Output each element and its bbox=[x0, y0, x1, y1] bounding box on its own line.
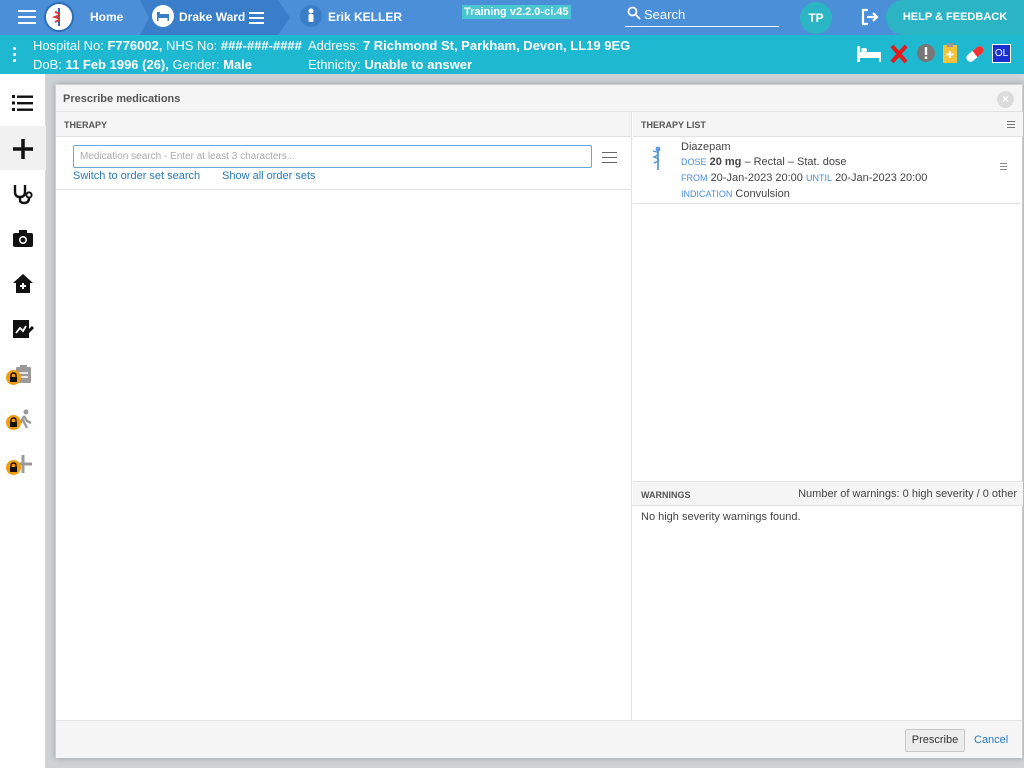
search-icon bbox=[627, 6, 641, 20]
indication-value: Convulsion bbox=[735, 188, 790, 200]
nav-locked-add[interactable] bbox=[0, 441, 46, 485]
bed-status-icon[interactable] bbox=[855, 42, 883, 64]
alert-icon[interactable] bbox=[916, 43, 936, 63]
dob-value: 11 Feb 1996 (26), bbox=[65, 57, 169, 72]
breadcrumb-home[interactable]: Home bbox=[90, 0, 123, 35]
list-icon bbox=[12, 95, 33, 111]
top-bar: Home Drake Ward Erik KELLER Training v2.… bbox=[0, 0, 1024, 35]
allergy-cross-icon[interactable] bbox=[890, 44, 908, 64]
banner-row-2-right: Ethnicity: Unable to answer bbox=[308, 57, 472, 72]
therapy-item-menu-icon[interactable] bbox=[1000, 163, 1007, 172]
banner-row-1-right: Address: 7 Richmond St, Parkham, Devon, … bbox=[308, 38, 630, 53]
dob-label: DoB: bbox=[33, 57, 62, 72]
global-search-label: Search bbox=[644, 7, 686, 22]
search-divider bbox=[56, 189, 631, 190]
banner-row-1-left: Hospital No: F776002, NHS No: ###-###-##… bbox=[33, 38, 302, 53]
dose-value: 20 mg bbox=[709, 156, 742, 168]
chart-edit-icon bbox=[13, 320, 34, 338]
route-frequency: – Rectal – Stat. dose bbox=[744, 156, 847, 168]
medication-pill-icon[interactable] bbox=[963, 44, 987, 64]
from-key: FROM bbox=[681, 173, 708, 183]
prescribe-medications-dialog: Prescribe medications × THERAPY Switch t… bbox=[55, 84, 1023, 758]
left-nav bbox=[0, 74, 46, 768]
logout-icon[interactable] bbox=[860, 8, 880, 26]
therapy-list-menu-icon[interactable] bbox=[1007, 121, 1015, 130]
ward-menu-icon[interactable] bbox=[249, 12, 264, 27]
lock-icon bbox=[6, 415, 21, 430]
nav-home-care[interactable] bbox=[0, 261, 46, 305]
cancel-link[interactable]: Cancel bbox=[974, 734, 1008, 746]
therapy-section-header: THERAPY bbox=[56, 112, 631, 137]
warnings-header-label: WARNINGS bbox=[641, 490, 691, 500]
lock-icon bbox=[6, 460, 21, 475]
training-version-badge: Training v2.2.0-ci.45 bbox=[462, 5, 571, 19]
nav-add[interactable] bbox=[0, 126, 46, 170]
show-all-order-sets-link[interactable]: Show all order sets bbox=[222, 170, 316, 182]
switch-order-set-link[interactable]: Switch to order set search bbox=[73, 170, 200, 182]
help-feedback-button[interactable]: HELP & FEEDBACK bbox=[886, 0, 1024, 35]
dialog-title: Prescribe medications bbox=[63, 93, 181, 105]
ethnicity-value: Unable to answer bbox=[364, 57, 473, 72]
therapy-dates-line: FROM 20-Jan-2023 20:00 UNTIL 20-Jan-2023… bbox=[681, 172, 927, 184]
therapy-list-pane: THERAPY LIST Diazepam DOSE 20 mg – Recta… bbox=[633, 112, 1023, 720]
dose-key: DOSE bbox=[681, 157, 707, 167]
gender-value: Male bbox=[223, 57, 253, 72]
caduceus-icon bbox=[652, 146, 661, 170]
therapy-dose-line: DOSE 20 mg – Rectal – Stat. dose bbox=[681, 156, 847, 168]
from-value: 20-Jan-2023 20:00 bbox=[710, 172, 803, 184]
address-value: 7 Richmond St, Parkham, Devon, LL19 9EG bbox=[362, 38, 631, 53]
breadcrumb-patient[interactable]: Erik KELLER bbox=[328, 0, 402, 35]
gender-label: Gender: bbox=[172, 57, 220, 72]
address-label: Address: bbox=[308, 38, 360, 53]
nav-camera[interactable] bbox=[0, 216, 46, 260]
nav-clinical[interactable] bbox=[0, 171, 46, 215]
lock-icon bbox=[6, 370, 21, 385]
banner-row-2-left: DoB: 11 Feb 1996 (26), Gender: Male bbox=[33, 57, 252, 72]
therapy-header-label: THERAPY bbox=[64, 120, 108, 130]
ol-badge[interactable]: OL bbox=[992, 44, 1011, 63]
therapy-list-header: THERAPY LIST bbox=[633, 112, 1023, 137]
close-icon[interactable]: × bbox=[997, 91, 1014, 108]
nav-list[interactable] bbox=[0, 82, 46, 126]
banner-more-icon[interactable] bbox=[13, 47, 17, 65]
home-medical-icon bbox=[13, 274, 33, 293]
therapy-list-header-label: THERAPY LIST bbox=[641, 120, 706, 130]
breadcrumb-ward[interactable]: Drake Ward bbox=[179, 0, 245, 35]
therapy-list-item[interactable]: Diazepam DOSE 20 mg – Rectal – Stat. dos… bbox=[633, 137, 1023, 204]
main-menu-icon[interactable] bbox=[18, 10, 36, 24]
nhs-no-value: ###-###-#### bbox=[220, 38, 302, 53]
global-search[interactable]: Search bbox=[625, 4, 779, 27]
user-avatar[interactable]: TP bbox=[800, 2, 832, 34]
camera-icon bbox=[13, 230, 33, 247]
app-logo-icon[interactable] bbox=[44, 2, 74, 32]
no-warnings-message: No high severity warnings found. bbox=[641, 511, 801, 523]
dialog-header: Prescribe medications × bbox=[56, 85, 1022, 112]
nhs-no-label: NHS No: bbox=[166, 38, 218, 53]
therapy-indication-line: INDICATION Convulsion bbox=[681, 188, 790, 200]
nav-locked-clipboard[interactable] bbox=[0, 351, 46, 395]
patient-person-icon bbox=[300, 5, 322, 27]
hospital-no-value: F776002, bbox=[107, 38, 163, 53]
dialog-footer: Prescribe Cancel bbox=[56, 720, 1022, 758]
prescribe-button[interactable]: Prescribe bbox=[905, 729, 965, 752]
search-options-menu-icon[interactable] bbox=[602, 152, 617, 167]
nav-charting[interactable] bbox=[0, 306, 46, 350]
ethnicity-label: Ethnicity: bbox=[308, 57, 361, 72]
clipboard-medical-icon[interactable] bbox=[941, 42, 959, 64]
indication-key: INDICATION bbox=[681, 189, 733, 199]
until-value: 20-Jan-2023 20:00 bbox=[835, 172, 928, 184]
therapy-drug-name: Diazepam bbox=[681, 141, 731, 153]
medication-search-input[interactable] bbox=[73, 145, 592, 168]
warnings-header: WARNINGS Number of warnings: 0 high seve… bbox=[633, 481, 1023, 506]
until-key: UNTIL bbox=[805, 173, 832, 183]
warnings-count: Number of warnings: 0 high severity / 0 … bbox=[798, 488, 1017, 500]
plus-icon bbox=[13, 139, 33, 159]
therapy-pane: THERAPY Switch to order set search Show … bbox=[56, 112, 632, 720]
hospital-no-label: Hospital No: bbox=[33, 38, 104, 53]
patient-banner: Hospital No: F776002, NHS No: ###-###-##… bbox=[0, 35, 1024, 74]
nav-locked-activity[interactable] bbox=[0, 396, 46, 440]
bed-icon bbox=[152, 5, 174, 27]
stethoscope-icon bbox=[13, 185, 33, 205]
